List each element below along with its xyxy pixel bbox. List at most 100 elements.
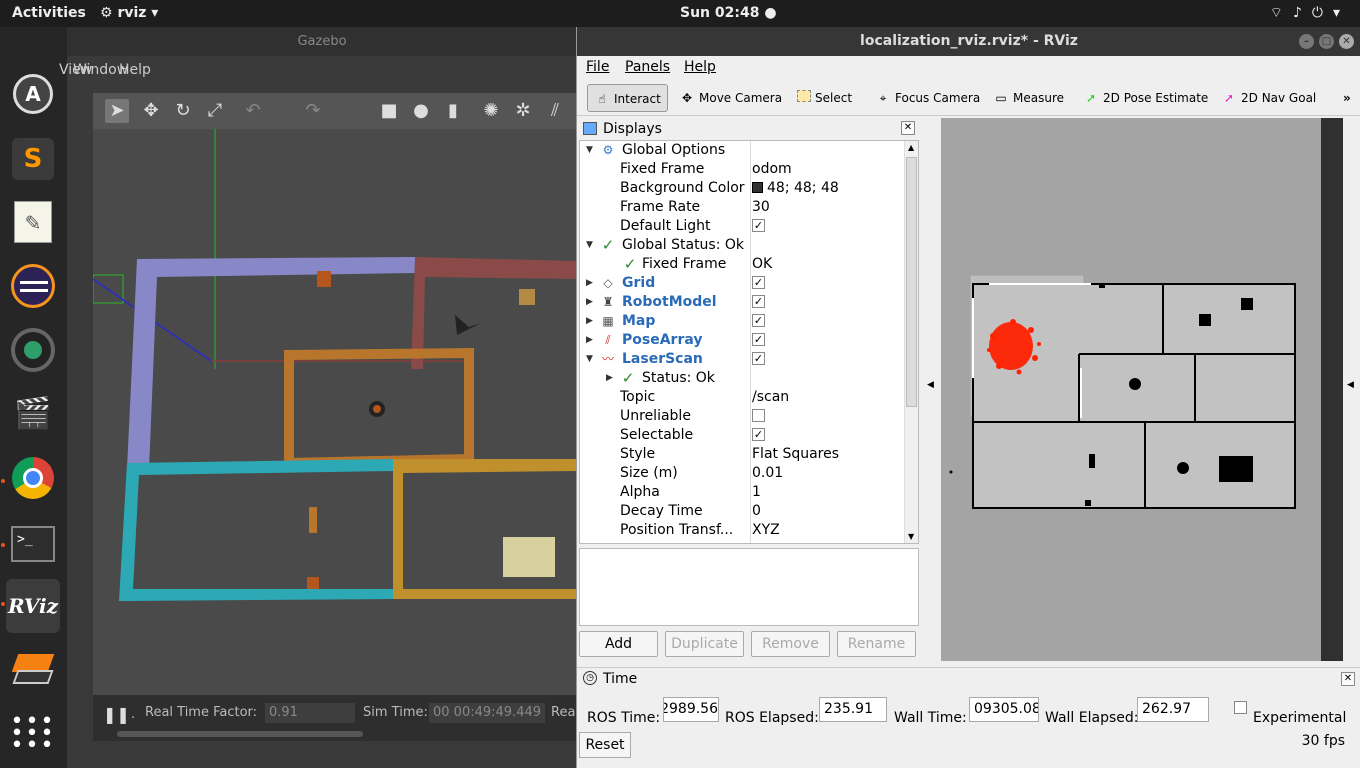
row-value[interactable]: ✓ xyxy=(752,426,765,445)
menu-help[interactable]: Help xyxy=(684,59,716,75)
tree-row-alpha[interactable]: Alpha 1 xyxy=(580,483,906,502)
chrome-icon[interactable] xyxy=(6,451,60,505)
undo-icon[interactable]: ↶ xyxy=(241,99,265,123)
tree-row-decay-time[interactable]: Decay Time 0 xyxy=(580,502,906,521)
wall-time-field[interactable]: 09305.08 xyxy=(969,697,1039,722)
row-value[interactable]: XYZ xyxy=(752,521,780,540)
translate-mode-icon[interactable]: ✥ xyxy=(139,99,163,123)
remove-button[interactable]: Remove xyxy=(751,631,830,657)
rviz-icon[interactable]: RViz xyxy=(6,579,60,633)
row-value[interactable]: ✓ xyxy=(752,331,765,350)
camera-icon[interactable] xyxy=(6,323,60,377)
expand-arrow-icon[interactable]: ▶ xyxy=(586,312,593,331)
experimental-checkbox[interactable] xyxy=(1234,701,1247,714)
move-camera-tool-button[interactable]: ✥ Move Camera xyxy=(673,84,788,112)
checkbox[interactable]: ✓ xyxy=(752,332,765,346)
interact-tool-button[interactable]: ☝ Interact xyxy=(587,84,668,112)
tree-row-laserscan[interactable]: ▼ 〰 LaserScan ✓ xyxy=(580,350,906,369)
sublime-text-icon[interactable]: S xyxy=(6,132,60,186)
pause-icon[interactable]: ❚❚ xyxy=(103,705,130,724)
ros-elapsed-field[interactable]: 235.91 xyxy=(819,697,887,722)
reset-button[interactable]: Reset xyxy=(579,732,631,758)
activities-button[interactable]: Activities xyxy=(12,5,86,21)
maximize-icon[interactable]: □ xyxy=(1319,34,1334,49)
row-value[interactable]: /scan xyxy=(752,388,789,407)
terminal-icon[interactable]: >_ xyxy=(6,517,60,571)
tree-row-robotmodel[interactable]: ▶ ♜ RobotModel ✓ xyxy=(580,293,906,312)
close-panel-icon[interactable]: ✕ xyxy=(1341,672,1355,686)
nav-goal-tool-button[interactable]: ➚ 2D Nav Goal xyxy=(1215,84,1322,112)
close-panel-icon[interactable]: ✕ xyxy=(901,121,915,135)
eclipse-icon[interactable] xyxy=(6,259,60,313)
checkbox[interactable]: ✓ xyxy=(752,294,765,308)
row-value[interactable]: ✓ xyxy=(752,217,765,236)
scroll-down-icon[interactable]: ▼ xyxy=(908,532,914,541)
step-icon[interactable]: . xyxy=(131,707,135,722)
checkbox[interactable]: ✓ xyxy=(752,351,765,365)
tree-row-frame-rate[interactable]: Frame Rate 30 xyxy=(580,198,906,217)
tree-row-selectable[interactable]: Selectable ✓ xyxy=(580,426,906,445)
rviz-render-view[interactable]: ◀ ◀ xyxy=(919,118,1360,666)
expand-arrow-icon[interactable]: ▶ xyxy=(586,274,593,293)
row-value[interactable]: Flat Squares xyxy=(752,445,839,464)
scroll-up-icon[interactable]: ▲ xyxy=(908,143,914,152)
sphere-shape-icon[interactable]: ● xyxy=(409,99,433,123)
point-light-icon[interactable]: ✺ xyxy=(479,99,503,123)
scrollbar-thumb[interactable] xyxy=(906,157,917,407)
tree-row-fixed-frame[interactable]: Fixed Frame odom xyxy=(580,160,906,179)
ros-time-field[interactable]: 2989.56 xyxy=(663,697,719,722)
add-button[interactable]: Add xyxy=(579,631,658,657)
checkbox[interactable] xyxy=(752,408,765,422)
row-value[interactable]: ✓ xyxy=(752,293,765,312)
tree-row-posearray[interactable]: ▶ ⫽ PoseArray ✓ xyxy=(580,331,906,350)
collapse-left-icon[interactable]: ◀ xyxy=(927,380,934,390)
tree-row-fixed-frame-status[interactable]: ✓ Fixed Frame OK xyxy=(580,255,906,274)
app-grid-icon[interactable]: ••• ••• ••• xyxy=(6,707,60,761)
tree-row-background-color[interactable]: Background Color 48; 48; 48 xyxy=(580,179,906,198)
expand-arrow-icon[interactable]: ▼ xyxy=(586,350,593,369)
menu-file[interactable]: File xyxy=(586,59,609,75)
measure-tool-button[interactable]: ▭ Measure xyxy=(987,84,1070,112)
close-icon[interactable]: ✕ xyxy=(1339,34,1354,49)
tree-row-size[interactable]: Size (m) 0.01 xyxy=(580,464,906,483)
row-value[interactable]: 1 xyxy=(752,483,761,502)
expand-arrow-icon[interactable]: ▶ xyxy=(586,331,593,350)
more-tools-button[interactable]: » xyxy=(1337,84,1357,112)
expand-arrow-icon[interactable]: ▼ xyxy=(586,141,593,160)
directional-light-icon[interactable]: ⫽ xyxy=(543,99,567,123)
scale-mode-icon[interactable]: ⤢ xyxy=(203,99,227,123)
text-editor-icon[interactable]: ✎ xyxy=(6,195,60,249)
map-canvas[interactable] xyxy=(941,118,1343,661)
row-value[interactable] xyxy=(752,407,765,426)
vertical-scrollbar[interactable]: ▲ ▼ xyxy=(904,141,918,543)
checkbox[interactable]: ✓ xyxy=(752,313,765,327)
tree-row-position-transformer[interactable]: Position Transf... XYZ xyxy=(580,521,906,540)
collapse-right-icon[interactable]: ◀ xyxy=(1347,380,1354,390)
row-value[interactable]: 48; 48; 48 xyxy=(752,179,839,198)
box-shape-icon[interactable]: ■ xyxy=(377,99,401,123)
menu-panels[interactable]: Panels xyxy=(625,59,670,75)
redo-icon[interactable]: ↷ xyxy=(301,99,325,123)
clock[interactable]: Sun 02:48 ● xyxy=(680,5,777,21)
row-value[interactable]: ✓ xyxy=(752,312,765,331)
checkbox[interactable]: ✓ xyxy=(752,218,765,232)
expand-arrow-icon[interactable]: ▼ xyxy=(586,236,593,255)
row-value[interactable]: 0 xyxy=(752,502,761,521)
row-value[interactable]: ✓ xyxy=(752,350,765,369)
tree-row-default-light[interactable]: Default Light ✓ xyxy=(580,217,906,236)
expand-arrow-icon[interactable]: ▶ xyxy=(606,369,613,388)
pose-estimate-tool-button[interactable]: ➚ 2D Pose Estimate xyxy=(1077,84,1214,112)
row-value[interactable]: 0.01 xyxy=(752,464,783,483)
gazebo-icon[interactable] xyxy=(6,644,60,698)
video-icon[interactable]: 🎬 xyxy=(6,387,60,441)
checkbox[interactable]: ✓ xyxy=(752,275,765,289)
tree-row-laserscan-status[interactable]: ▶ ✓ Status: Ok xyxy=(580,369,906,388)
tree-row-map[interactable]: ▶ ▦ Map ✓ xyxy=(580,312,906,331)
select-mode-icon[interactable]: ➤ xyxy=(105,99,129,123)
rotate-mode-icon[interactable]: ↻ xyxy=(171,99,195,123)
spot-light-icon[interactable]: ✲ xyxy=(511,99,535,123)
ubuntu-software-icon[interactable]: A xyxy=(6,67,60,121)
row-value[interactable]: odom xyxy=(752,160,792,179)
expand-arrow-icon[interactable]: ▶ xyxy=(586,293,593,312)
tree-row-grid[interactable]: ▶ ◇ Grid ✓ xyxy=(580,274,906,293)
